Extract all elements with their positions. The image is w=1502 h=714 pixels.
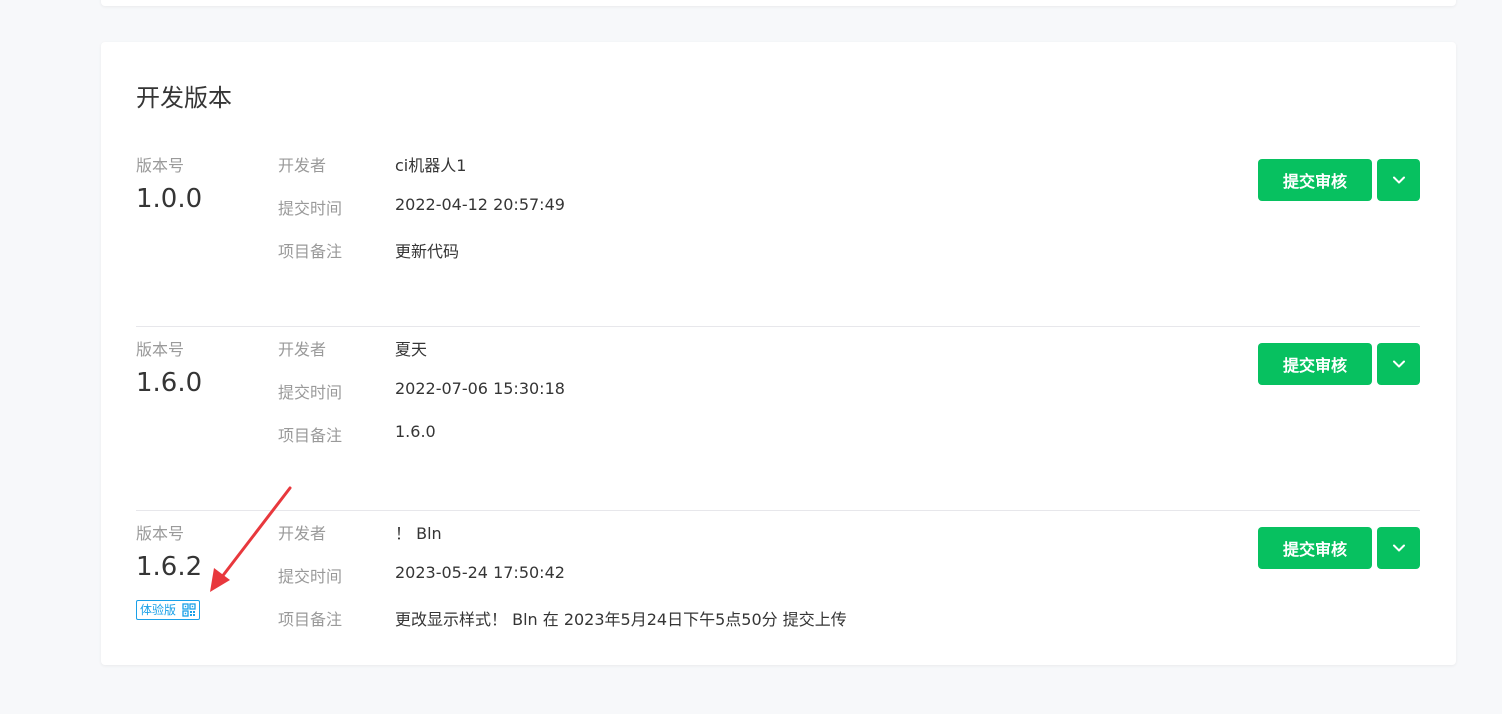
more-actions-dropdown[interactable]: [1377, 159, 1420, 201]
trial-version-badge[interactable]: 体验版: [136, 600, 201, 620]
submit-time-value: 2022-04-12 20:57:49: [395, 195, 565, 214]
version-label: 版本号: [136, 156, 185, 175]
action-buttons: 提交审核: [1258, 527, 1420, 569]
developer-value: ci机器人1: [395, 156, 467, 175]
more-actions-dropdown[interactable]: [1377, 527, 1420, 569]
note-value: 更新代码: [395, 242, 460, 261]
qr-code-icon[interactable]: [182, 603, 196, 617]
submit-time-value: 2022-07-06 15:30:18: [395, 379, 565, 398]
submit-review-button[interactable]: 提交审核: [1258, 527, 1372, 569]
version-number: 1.6.2: [136, 552, 203, 582]
submit-time-key: 提交时间: [278, 567, 343, 586]
version-label: 版本号: [136, 340, 185, 359]
note-key: 项目备注: [278, 242, 343, 261]
submit-time-value: 2023-05-24 17:50:42: [395, 563, 565, 582]
action-buttons: 提交审核: [1258, 343, 1420, 385]
note-key: 项目备注: [278, 426, 343, 445]
chevron-down-icon: [1392, 360, 1405, 368]
submit-review-button[interactable]: 提交审核: [1258, 343, 1372, 385]
section-title: 开发版本: [136, 84, 232, 112]
version-label: 版本号: [136, 524, 185, 543]
developer-key: 开发者: [278, 340, 327, 359]
submit-time-key: 提交时间: [278, 383, 343, 402]
version-row: 版本号 1.6.2 体验版 开发者 ！ Bln 提交时间 2023-05-24 …: [136, 510, 1420, 694]
note-value: 1.6.0: [395, 422, 436, 441]
version-number: 1.0.0: [136, 184, 203, 214]
chevron-down-icon: [1392, 176, 1405, 184]
note-value: 更改显示样式！ Bln 在 2023年5月24日下午5点50分 提交上传: [395, 610, 847, 629]
submit-time-key: 提交时间: [278, 199, 343, 218]
version-number: 1.6.0: [136, 368, 203, 398]
developer-key: 开发者: [278, 156, 327, 175]
more-actions-dropdown[interactable]: [1377, 343, 1420, 385]
submit-review-button[interactable]: 提交审核: [1258, 159, 1372, 201]
version-row: 版本号 1.6.0 开发者 夏天 提交时间 2022-07-06 15:30:1…: [136, 326, 1420, 511]
developer-value: 夏天: [395, 340, 428, 359]
previous-section-card: [101, 0, 1456, 6]
version-row: 版本号 1.0.0 开发者 ci机器人1 提交时间 2022-04-12 20:…: [136, 142, 1420, 327]
chevron-down-icon: [1392, 544, 1405, 552]
developer-value: ！ Bln: [395, 524, 442, 543]
action-buttons: 提交审核: [1258, 159, 1420, 201]
developer-key: 开发者: [278, 524, 327, 543]
trial-badge-label: 体验版: [140, 603, 177, 617]
dev-versions-card: 开发版本 版本号 1.0.0 开发者 ci机器人1 提交时间 2022-04-1…: [101, 42, 1456, 665]
note-key: 项目备注: [278, 610, 343, 629]
